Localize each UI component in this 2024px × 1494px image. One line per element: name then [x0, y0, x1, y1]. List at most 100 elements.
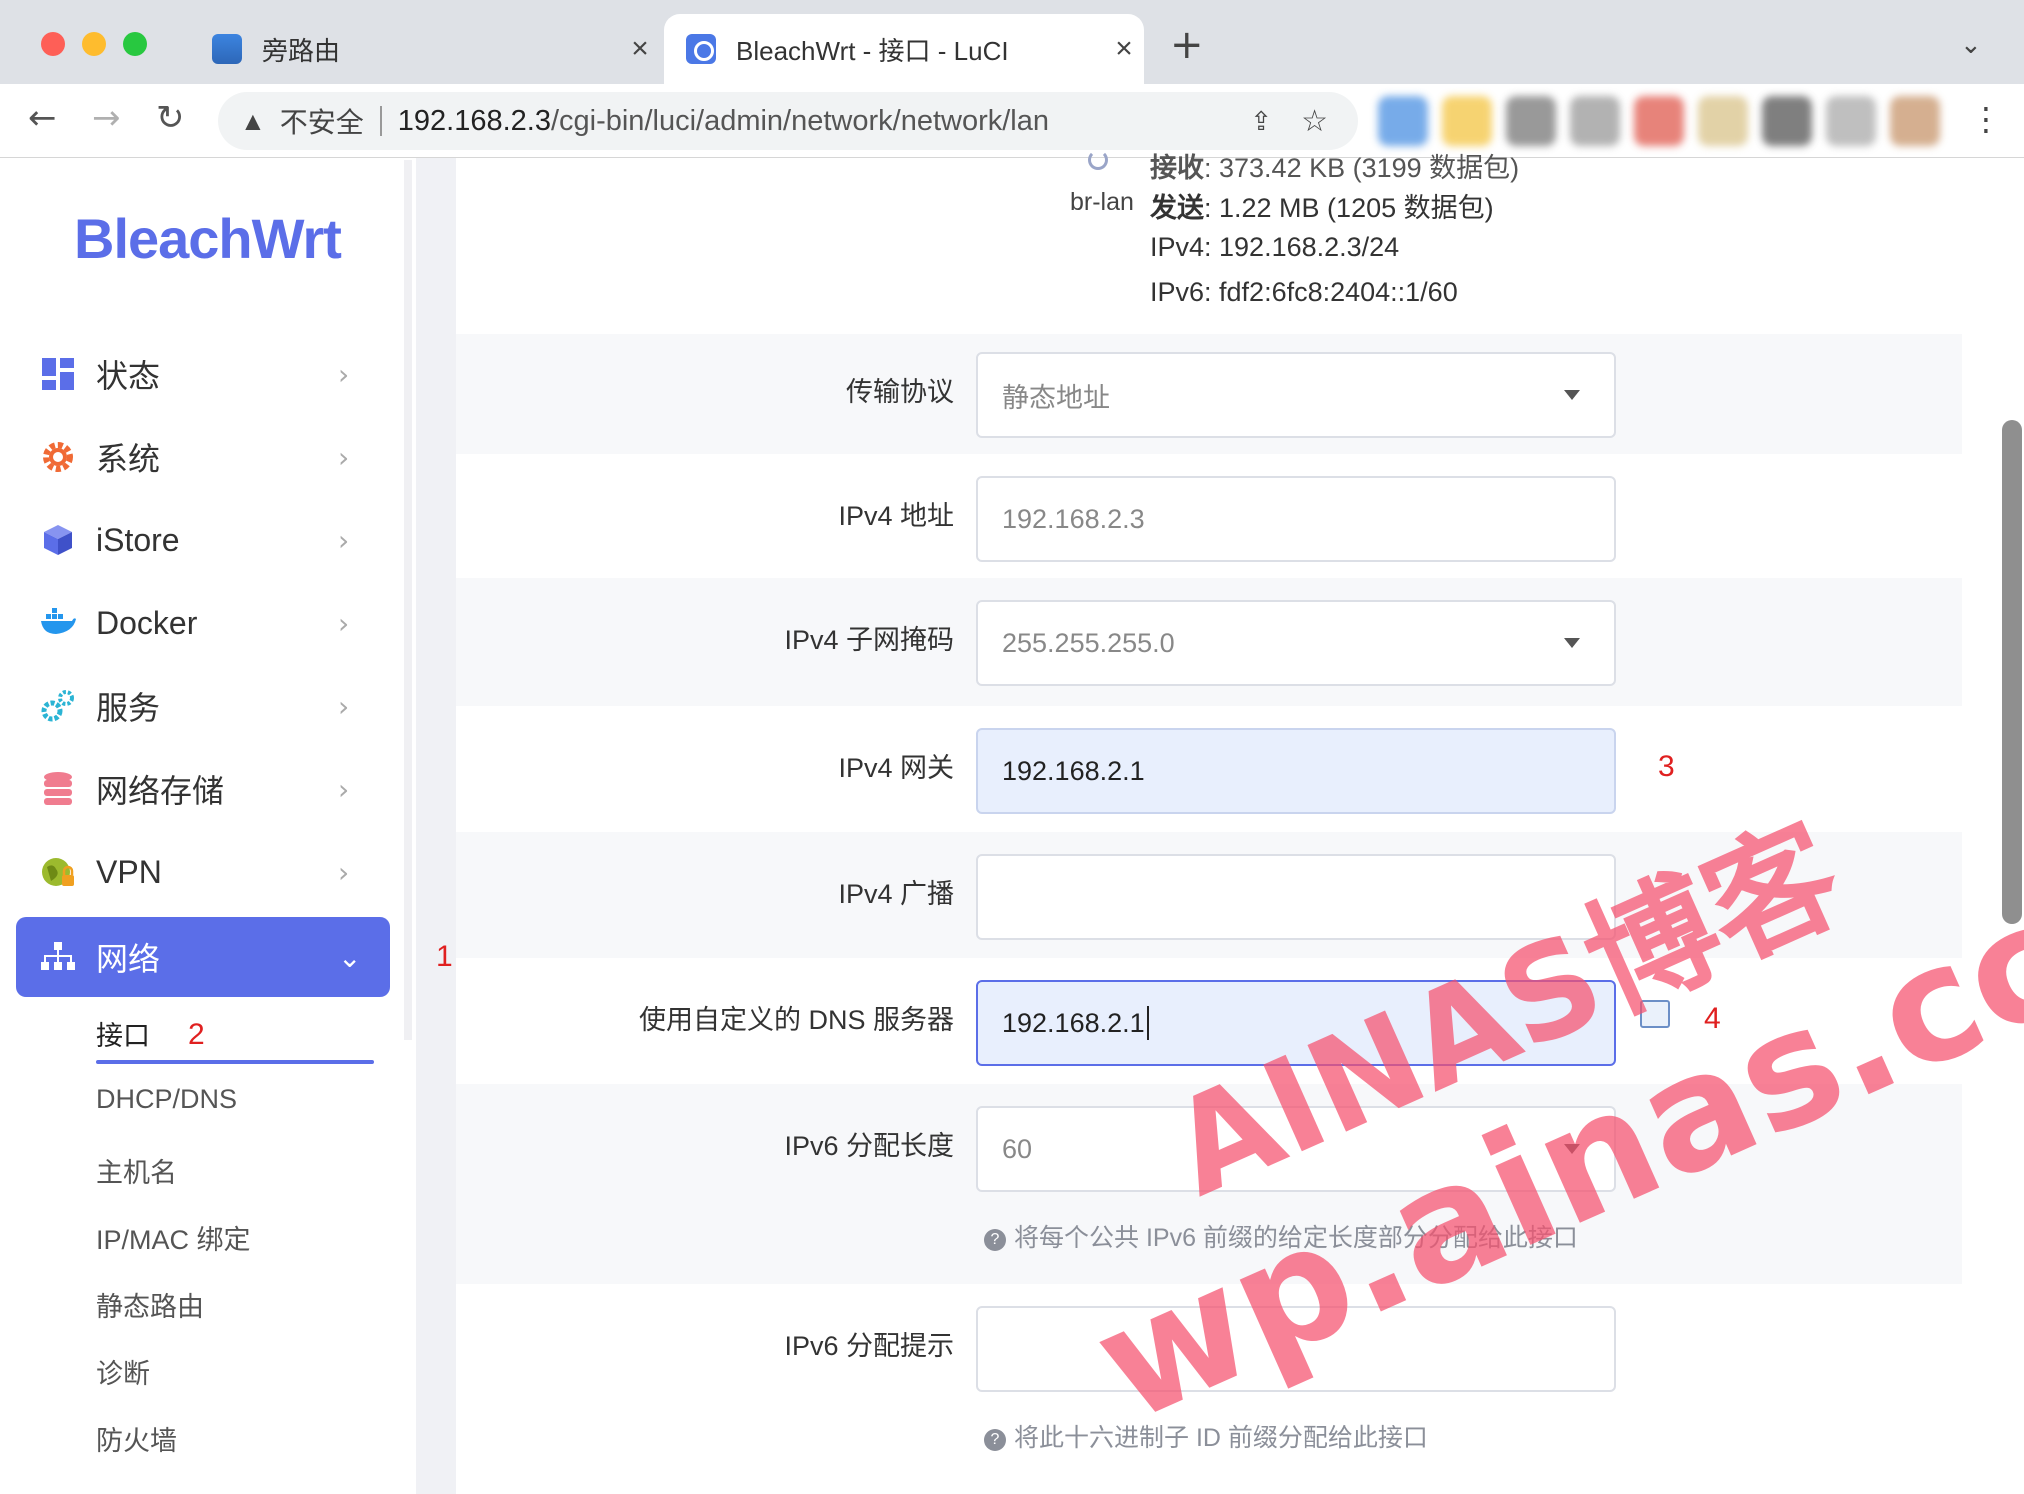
sidebar-item-istore[interactable]: iStore › — [16, 500, 390, 580]
form-row-protocol: 传输协议 静态地址 — [456, 334, 1962, 454]
tab-close-icon[interactable]: × — [1104, 32, 1144, 66]
close-window-button[interactable] — [41, 32, 65, 56]
sidebar-item-label: 系统 — [96, 441, 161, 477]
browser-toolbar: ← → ↻ ▲ 不安全 192.168.2.3/cgi-bin/luci/adm… — [0, 84, 2024, 158]
url-text[interactable]: 192.168.2.3/cgi-bin/luci/admin/network/n… — [398, 105, 1049, 138]
security-label[interactable]: 不安全 — [280, 101, 364, 141]
sidebar-item-label: iStore — [96, 521, 180, 558]
openwrt-favicon-icon — [686, 34, 716, 64]
sidebar-item-network[interactable]: 网络 ⌄ — [16, 917, 390, 997]
ipv4-address-input[interactable]: 192.168.2.3 — [976, 476, 1616, 562]
ipv4-gateway-input[interactable]: 192.168.2.1 — [976, 728, 1616, 814]
extension-icon[interactable] — [1634, 96, 1684, 146]
sidebar-item-services[interactable]: 服务 › — [16, 666, 390, 746]
back-arrow-icon[interactable]: ← — [28, 98, 57, 138]
sidebar-divider — [416, 158, 456, 1494]
extension-icon[interactable] — [1506, 96, 1556, 146]
submenu-diagnostics[interactable]: 诊断 — [96, 1352, 150, 1391]
browser-menu-icon[interactable]: ⋮ — [1970, 100, 2002, 138]
extensions-area — [1378, 96, 1940, 146]
forward-arrow-icon[interactable]: → — [92, 98, 121, 138]
sidebar-item-status[interactable]: 状态 › — [16, 334, 390, 414]
browser-tab-bar: 旁路由 × BleachWrt - 接口 - LuCI × + ⌄ — [0, 0, 2024, 84]
extension-icon[interactable] — [1698, 96, 1748, 146]
extension-icon[interactable] — [1378, 96, 1428, 146]
submenu-dhcp-dns[interactable]: DHCP/DNS — [96, 1084, 237, 1115]
interface-ipv6: IPv6: fdf2:6fc8:2404::1/60 — [1150, 277, 1458, 307]
address-separator — [379, 106, 382, 136]
protocol-select[interactable]: 静态地址 — [976, 352, 1616, 438]
router-favicon-icon — [212, 34, 242, 64]
maximize-window-button[interactable] — [123, 32, 147, 56]
sidebar-item-system[interactable]: 系统 › — [16, 417, 390, 497]
sidebar-item-vpn[interactable]: VPN › — [16, 832, 390, 912]
help-icon: ? — [984, 1429, 1006, 1451]
extension-icon[interactable] — [1890, 96, 1940, 146]
submenu-ip-mac-binding[interactable]: IP/MAC 绑定 — [96, 1218, 251, 1257]
annotation-3: 3 — [1658, 750, 1675, 783]
protocol-value: 静态地址 — [1002, 382, 1110, 413]
tx-value: : 1.22 MB (1205 数据包) — [1204, 193, 1494, 223]
share-icon[interactable]: ⇪ — [1250, 106, 1272, 137]
ipv4-netmask-select[interactable]: 255.255.255.0 — [976, 600, 1616, 686]
ipv4-broadcast-label: IPv4 广播 — [838, 879, 954, 909]
new-tab-icon[interactable]: + — [1170, 22, 1204, 68]
interface-ipv4: IPv4: 192.168.2.3/24 — [1150, 232, 1400, 262]
tab-title: 旁路由 — [262, 35, 341, 66]
minimize-window-button[interactable] — [82, 32, 106, 56]
docker-icon — [40, 605, 76, 641]
tab-search-chevron-icon[interactable]: ⌄ — [1960, 30, 1982, 60]
chevron-right-icon: › — [338, 357, 350, 391]
ipv6-assign-length-value: 60 — [1002, 1133, 1033, 1164]
browser-tab-active[interactable]: BleachWrt - 接口 - LuCI × — [664, 14, 1144, 84]
warning-triangle-icon[interactable]: ▲ — [240, 106, 266, 137]
submenu-active-indicator — [96, 1060, 374, 1064]
dns-value: 192.168.2.1 — [1002, 1007, 1145, 1038]
submenu-hostnames[interactable]: 主机名 — [96, 1151, 177, 1190]
sidebar-scrollbar[interactable] — [404, 160, 412, 1040]
cogs-icon — [40, 688, 76, 724]
rx-label: 接收 — [1150, 153, 1204, 183]
browser-tab-inactive[interactable]: 旁路由 × — [190, 14, 660, 84]
submenu-firewall[interactable]: 防火墙 — [96, 1419, 177, 1458]
sidebar-item-nas[interactable]: 网络存储 › — [16, 749, 390, 829]
extension-icon[interactable] — [1762, 96, 1812, 146]
cube-icon — [40, 522, 76, 558]
sidebar-item-label: VPN — [96, 853, 162, 890]
protocol-label: 传输协议 — [846, 377, 954, 407]
dns-label: 使用自定义的 DNS 服务器 — [638, 1005, 954, 1035]
submenu-interfaces[interactable]: 接口 — [96, 1014, 150, 1053]
dropdown-caret-icon — [1564, 638, 1580, 648]
ipv4-address-label: IPv4 地址 — [838, 501, 954, 531]
ipv4-address-value: 192.168.2.3 — [1002, 503, 1145, 534]
reload-icon[interactable]: ↻ — [156, 98, 185, 138]
ipv6-assign-length-label: IPv6 分配长度 — [784, 1131, 954, 1161]
globe-lock-icon — [40, 854, 76, 890]
tab-close-icon[interactable]: × — [620, 32, 660, 66]
ipv4-gateway-value: 192.168.2.1 — [1002, 755, 1145, 786]
sidebar-item-label: 网络 — [96, 941, 161, 977]
url-host: 192.168.2.3 — [397, 104, 551, 137]
interface-tx: 发送: 1.22 MB (1205 数据包) — [1150, 186, 1494, 225]
chevron-right-icon: › — [338, 606, 350, 640]
dropdown-caret-icon — [1564, 390, 1580, 400]
chevron-right-icon: › — [338, 523, 350, 557]
brand-logo[interactable]: BleachWrt — [74, 206, 342, 271]
page-scrollbar[interactable] — [2002, 420, 2022, 924]
bookmark-star-icon[interactable]: ☆ — [1301, 104, 1328, 139]
extension-icon[interactable] — [1826, 96, 1876, 146]
chevron-right-icon: › — [338, 689, 350, 723]
address-bar[interactable]: ▲ 不安全 192.168.2.3/cgi-bin/luci/admin/net… — [218, 92, 1358, 150]
extension-icon[interactable] — [1570, 96, 1620, 146]
sidebar-item-label: Docker — [96, 604, 198, 641]
ipv4-netmask-label: IPv4 子网掩码 — [784, 625, 954, 655]
extension-icon[interactable] — [1442, 96, 1492, 146]
ipv6-assign-hint-label: IPv6 分配提示 — [784, 1331, 954, 1361]
sidebar-item-docker[interactable]: Docker › — [16, 583, 390, 663]
chevron-right-icon: › — [338, 772, 350, 806]
sidebar-item-label: 状态 — [96, 358, 161, 394]
dashboard-icon — [40, 356, 76, 392]
form-row-ipv4-address: IPv4 地址 192.168.2.3 — [456, 454, 1962, 578]
submenu-static-routes[interactable]: 静态路由 — [96, 1285, 204, 1324]
network-icon — [40, 939, 76, 975]
